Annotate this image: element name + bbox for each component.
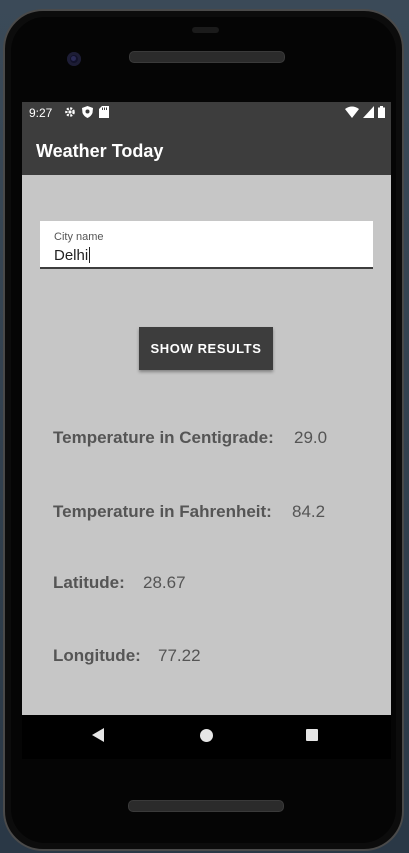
- sd-card-icon: [99, 106, 109, 118]
- navigation-bar: [22, 715, 391, 759]
- bottom-speaker: [128, 800, 284, 812]
- latitude-row: Latitude: 28.67: [53, 573, 186, 593]
- temperature-fahrenheit-row: Temperature in Fahrenheit: 84.2: [53, 502, 325, 522]
- text-caret: [89, 247, 91, 263]
- status-time: 9:27: [29, 106, 53, 120]
- longitude-row: Longitude: 77.22: [53, 646, 201, 666]
- temperature-fahrenheit-value: 84.2: [292, 502, 326, 521]
- city-name-input[interactable]: Delhi: [54, 247, 91, 264]
- wifi-icon: [345, 106, 359, 118]
- latitude-label: Latitude:: [53, 573, 125, 592]
- longitude-label: Longitude:: [53, 646, 141, 665]
- status-icons-right: [345, 106, 385, 118]
- temperature-centigrade-label: Temperature in Centigrade:: [53, 428, 274, 447]
- city-name-field[interactable]: City name Delhi: [40, 221, 373, 269]
- app-screen: 9:27 Weather Today City name Delhi SHOW …: [22, 102, 391, 715]
- temperature-centigrade-row: Temperature in Centigrade: 29.0: [53, 428, 327, 448]
- status-icons-left: [64, 106, 109, 118]
- gear-icon: [65, 107, 75, 117]
- signal-icon: [363, 106, 374, 118]
- show-results-button[interactable]: SHOW RESULTS: [139, 327, 273, 370]
- back-icon[interactable]: [92, 728, 104, 742]
- temperature-fahrenheit-label: Temperature in Fahrenheit:: [53, 502, 272, 521]
- front-camera-icon: [67, 52, 81, 66]
- recents-icon[interactable]: [306, 729, 318, 741]
- latitude-value: 28.67: [143, 573, 186, 592]
- app-title: Weather Today: [36, 141, 164, 161]
- battery-icon: [378, 106, 385, 118]
- temperature-centigrade-value: 29.0: [294, 428, 328, 447]
- earpiece-slot: [192, 27, 219, 33]
- top-speaker: [129, 51, 285, 63]
- home-icon[interactable]: [200, 729, 213, 742]
- app-bar: Weather Today: [22, 124, 391, 175]
- city-name-value: Delhi: [54, 247, 89, 264]
- longitude-value: 77.22: [158, 646, 201, 665]
- city-name-label: City name: [54, 231, 104, 243]
- shield-icon: [82, 106, 93, 118]
- status-bar: 9:27: [22, 102, 391, 124]
